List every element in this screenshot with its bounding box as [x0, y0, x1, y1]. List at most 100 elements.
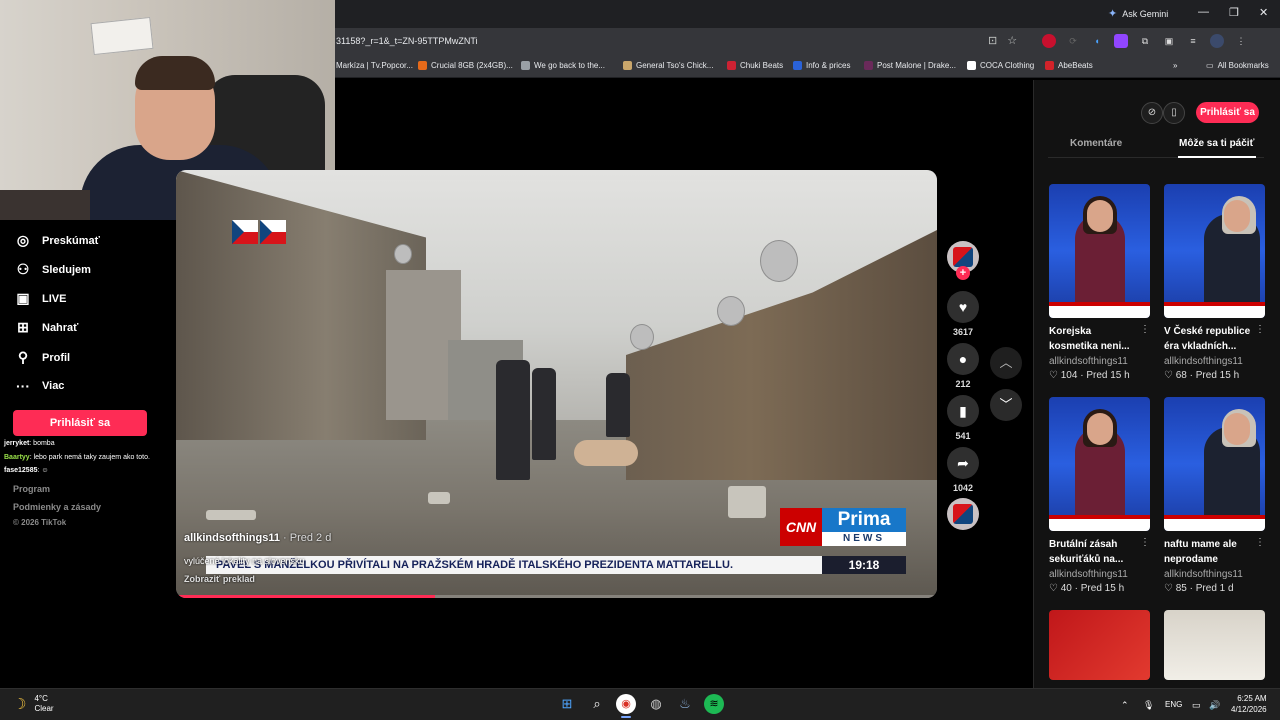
- extension-gray-icon[interactable]: ⟳: [1066, 34, 1080, 48]
- video-author-name[interactable]: allkindsofthings11: [184, 532, 280, 544]
- sidebar-item-live[interactable]: ▣ LIVE: [15, 290, 66, 307]
- webcam-desk: [0, 190, 90, 220]
- coin-icon[interactable]: ⊘: [1141, 102, 1163, 124]
- music-disc-avatar[interactable]: [947, 498, 979, 530]
- ask-gemini-label: Ask Gemini: [1122, 8, 1169, 19]
- system-clock[interactable]: 6:25 AM 4/12/2026: [1231, 693, 1267, 715]
- windows-start-icon[interactable]: ⊞: [557, 694, 577, 714]
- sidebar-item-upload[interactable]: ⊞ Nahrať: [15, 319, 78, 336]
- footer-program-link[interactable]: Program: [13, 484, 50, 494]
- chrome-menu-icon[interactable]: ⋮: [1234, 34, 1248, 48]
- video-thumbnail[interactable]: [1049, 184, 1150, 318]
- spotify-icon[interactable]: ≋: [704, 694, 724, 714]
- install-app-icon[interactable]: ⊡: [988, 34, 997, 47]
- video-title[interactable]: Korejska kosmetika neni...: [1049, 324, 1141, 354]
- save-button[interactable]: ▮: [947, 395, 979, 427]
- bookmark-item[interactable]: Post Malone | Drake...: [864, 61, 956, 70]
- restore-icon[interactable]: ❐: [1229, 6, 1239, 19]
- thumbnail-face: [1087, 413, 1113, 445]
- video-title[interactable]: Brutální zásah sekuriťáků na...: [1049, 537, 1141, 567]
- bookmarks-overflow-icon[interactable]: »: [1173, 61, 1177, 70]
- video-title[interactable]: naftu mame ale neprodame: [1164, 537, 1256, 567]
- video-thumbnail[interactable]: [1164, 184, 1265, 318]
- compass-icon: ◎: [16, 232, 30, 248]
- bookmark-item[interactable]: COCA Clothing: [967, 61, 1034, 70]
- bookmark-favicon-icon: [521, 61, 530, 70]
- right-login-button[interactable]: Prihlásiť sa: [1196, 102, 1259, 123]
- extensions-puzzle-icon[interactable]: ⧉: [1138, 34, 1152, 48]
- bookmark-item[interactable]: Info & prices: [793, 61, 850, 70]
- bookmark-item[interactable]: Crucial 8GB (2x4GB)...: [418, 61, 513, 70]
- more-options-icon[interactable]: ⋮: [1255, 324, 1265, 335]
- twitch-extension-icon[interactable]: [1114, 34, 1128, 48]
- sidebar-item-explore[interactable]: ◎ Preskúmať: [15, 232, 100, 249]
- share-button[interactable]: ➦: [947, 447, 979, 479]
- video-thumbnail[interactable]: [1164, 397, 1265, 531]
- extension-blue-icon[interactable]: ◖: [1090, 34, 1104, 48]
- tray-overflow-icon[interactable]: ⌃: [1121, 700, 1129, 711]
- sidebar-item-following[interactable]: ⚇ Sledujem: [15, 261, 91, 278]
- search-icon[interactable]: ⌕: [587, 694, 607, 714]
- video-player[interactable]: CNN Prima NEWS PAVEL S MANŽELKOU PŘIVÍTA…: [176, 170, 937, 598]
- tab-you-may-like[interactable]: Môže sa ti páčiť: [1179, 138, 1254, 149]
- like-button[interactable]: ♥: [947, 291, 979, 323]
- video-likes: 85: [1175, 583, 1187, 594]
- tab-comments[interactable]: Komentáre: [1070, 138, 1122, 149]
- video-author[interactable]: allkindsofthings11: [1049, 569, 1128, 580]
- profile-avatar-icon[interactable]: [1210, 34, 1224, 48]
- language-indicator[interactable]: ENG: [1165, 700, 1182, 709]
- mobile-app-icon[interactable]: ▯: [1163, 102, 1185, 124]
- active-app-indicator: [621, 716, 631, 718]
- volume-icon[interactable]: 🔊: [1209, 700, 1220, 711]
- url-field[interactable]: 31158?_r=1&_t=ZN-95TTPMwZNTi: [336, 36, 478, 46]
- weather-widget[interactable]: ☽ 4°C Clear: [13, 694, 54, 714]
- bookmark-item[interactable]: General Tso's Chick...: [623, 61, 713, 70]
- more-options-icon[interactable]: ⋮: [1140, 537, 1150, 548]
- video-author[interactable]: allkindsofthings11: [1164, 356, 1243, 367]
- thumbnail-band: [1049, 306, 1150, 318]
- more-options-icon[interactable]: ⋮: [1140, 324, 1150, 335]
- more-options-icon[interactable]: ⋮: [1255, 537, 1265, 548]
- steam-icon[interactable]: ♨: [675, 694, 695, 714]
- login-button[interactable]: Prihlásiť sa: [13, 410, 147, 436]
- video-thumbnail[interactable]: [1049, 397, 1150, 531]
- video-thumbnail[interactable]: [1049, 610, 1150, 680]
- thumbnail-band: [1049, 519, 1150, 531]
- video-stats: ♡ 68 · Pred 15 h: [1164, 370, 1240, 381]
- bookmark-label: We go back to the...: [534, 61, 606, 70]
- extension-red-icon[interactable]: [1042, 34, 1056, 48]
- reading-list-icon[interactable]: ≡: [1186, 34, 1200, 48]
- heart-icon: ♥: [958, 299, 968, 315]
- sidebar-item-more[interactable]: ··· Viac: [15, 378, 64, 394]
- video-thumbnail[interactable]: [1164, 610, 1265, 680]
- video-author[interactable]: allkindsofthings11 · Pred 2 d: [184, 532, 331, 544]
- minimize-icon[interactable]: —: [1198, 6, 1209, 18]
- chrome-icon[interactable]: ◉: [616, 694, 636, 714]
- obs-icon[interactable]: ◍: [646, 694, 666, 714]
- bookmark-favicon-icon: [864, 61, 873, 70]
- ask-gemini-button[interactable]: ✦ Ask Gemini: [1108, 7, 1168, 20]
- all-bookmarks-button[interactable]: ▭ All Bookmarks: [1206, 61, 1269, 70]
- microphone-icon[interactable]: 🎙: [1143, 700, 1154, 711]
- bookmark-item[interactable]: Chuki Beats: [727, 61, 783, 70]
- previous-video-button[interactable]: ︿: [990, 347, 1022, 379]
- video-author[interactable]: allkindsofthings11: [1164, 569, 1243, 580]
- bookmark-item[interactable]: We go back to the...: [521, 61, 605, 70]
- address-bar-icons: ⊡ ☆: [988, 34, 1017, 47]
- bookmark-item[interactable]: AbeBeats: [1045, 61, 1093, 70]
- sidebar-item-profile[interactable]: ⚲ Profil: [15, 349, 70, 366]
- video-title[interactable]: V České republice éra vkladních...: [1164, 324, 1256, 354]
- tab-search-icon[interactable]: ▣: [1162, 34, 1176, 48]
- bookmark-item[interactable]: Markíza | Tv.Popcor...: [336, 61, 413, 70]
- follow-plus-icon[interactable]: +: [956, 266, 970, 280]
- video-author[interactable]: allkindsofthings11: [1049, 356, 1128, 367]
- video-progress-bar[interactable]: [176, 595, 937, 598]
- show-translation-link[interactable]: Zobraziť preklad: [184, 574, 255, 584]
- video-dog: [574, 440, 638, 466]
- network-icon[interactable]: ▭: [1192, 700, 1201, 711]
- footer-terms-link[interactable]: Podmienky a zásady: [13, 502, 101, 512]
- close-icon[interactable]: ✕: [1259, 6, 1268, 19]
- bookmark-star-icon[interactable]: ☆: [1007, 34, 1017, 47]
- comment-button[interactable]: ●: [947, 343, 979, 375]
- next-video-button[interactable]: ﹀: [990, 389, 1022, 421]
